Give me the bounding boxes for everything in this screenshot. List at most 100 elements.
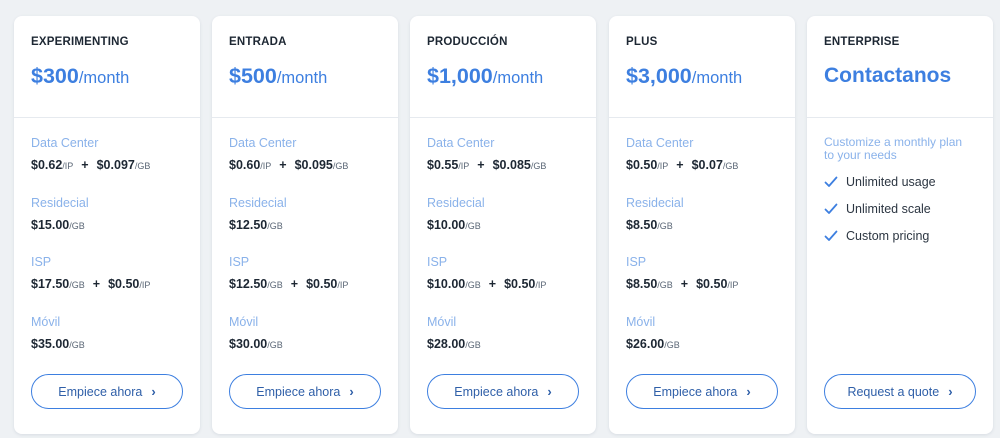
rate-group-data-center: Data Center $0.60/IP + $0.095/GB bbox=[229, 136, 386, 196]
rate-line: $17.50/GB + $0.50/IP bbox=[31, 277, 188, 291]
rate-value: $35.00 bbox=[31, 336, 70, 351]
rate-value: $15.00 bbox=[31, 217, 70, 232]
rate-group-data-center: Data Center $0.55/IP + $0.085/GB bbox=[427, 136, 584, 196]
rate-unit: /GB bbox=[267, 220, 283, 231]
rate-group-label: Data Center bbox=[427, 136, 495, 150]
rate-group-mobile: Móvil $30.00/GB bbox=[229, 315, 386, 375]
feature-label: Custom pricing bbox=[846, 229, 930, 243]
rate-unit: /GB bbox=[69, 220, 85, 231]
get-started-label: Empiece ahora bbox=[653, 384, 738, 399]
rate-unit: /GB bbox=[657, 280, 673, 290]
plan-tier: ENTERPRISE bbox=[824, 36, 900, 48]
request-quote-button[interactable]: Request a quote › bbox=[824, 374, 976, 409]
rate-line: $26.00/GB bbox=[626, 337, 783, 351]
rate-group-label: ISP bbox=[229, 255, 250, 269]
plan-card-experimenting: EXPERIMENTING $300/month Data Center $0.… bbox=[14, 16, 200, 434]
rate-unit: /GB bbox=[134, 161, 151, 171]
plan-price: $3,000/month bbox=[626, 64, 779, 89]
plan-tier: PLUS bbox=[626, 36, 658, 48]
plan-rates: Data Center $0.62/IP + $0.097/GB Residecia… bbox=[14, 118, 200, 358]
get-started-button[interactable]: Empiece ahora › bbox=[626, 374, 778, 409]
get-started-button[interactable]: Empiece ahora › bbox=[427, 374, 579, 409]
rate-value: $0.097 bbox=[96, 158, 135, 172]
pricing-plans: EXPERIMENTING $300/month Data Center $0.… bbox=[14, 16, 994, 434]
chevron-right-icon: › bbox=[349, 384, 354, 399]
rate-group-isp: ISP $12.50/GB + $0.50/IP bbox=[229, 255, 386, 315]
rate-line: $0.62/IP + $0.097/GB bbox=[31, 158, 188, 172]
rate-unit: /IP bbox=[260, 161, 272, 171]
rate-group-mobile: Móvil $35.00/GB bbox=[31, 315, 188, 375]
rate-line: $8.50/GB bbox=[626, 218, 783, 232]
rate-group-data-center: Data Center $0.50/IP + $0.07/GB bbox=[626, 136, 783, 196]
rate-line: $30.00/GB bbox=[229, 337, 386, 351]
rate-group-label: ISP bbox=[427, 255, 448, 269]
rate-value: $0.50 bbox=[626, 158, 658, 172]
plan-header: ENTRADA $500/month bbox=[212, 16, 398, 118]
check-icon bbox=[824, 176, 838, 187]
rate-line: $0.55/IP + $0.085/GB bbox=[427, 158, 584, 172]
plan-tier: EXPERIMENTING bbox=[31, 36, 129, 48]
plan-card-entrada: ENTRADA $500/month Data Center $0.60/IP +… bbox=[212, 16, 398, 434]
rate-unit: /GB bbox=[69, 280, 85, 290]
plan-header: ENTERPRISE Contactanos bbox=[807, 16, 993, 118]
rate-value: $12.50 bbox=[229, 277, 268, 291]
enterprise-description: Customize a monthly plan to your needs bbox=[824, 135, 963, 162]
rate-group-residential: Residecial $8.50/GB bbox=[626, 196, 783, 256]
rate-group-data-center: Data Center $0.62/IP + $0.097/GB bbox=[31, 136, 188, 196]
rate-unit: /GB bbox=[465, 339, 481, 350]
rate-group-label: Móvil bbox=[626, 314, 656, 329]
feature-label: Unlimited usage bbox=[846, 175, 936, 189]
rate-unit: /GB bbox=[530, 161, 547, 171]
price-amount: $500 bbox=[229, 64, 277, 88]
rate-unit: /GB bbox=[332, 161, 349, 171]
rate-group-residential: Residecial $12.50/GB bbox=[229, 196, 386, 256]
contact-us-heading: Contactanos bbox=[824, 64, 952, 87]
price-period: /month bbox=[691, 69, 743, 87]
get-started-button[interactable]: Empiece ahora › bbox=[229, 374, 381, 409]
chevron-right-icon: › bbox=[547, 384, 552, 399]
get-started-label: Empiece ahora bbox=[256, 384, 341, 399]
rate-group-label: Residecial bbox=[31, 195, 89, 210]
rate-value: $0.095 bbox=[294, 158, 333, 172]
rate-group-label: Data Center bbox=[626, 136, 694, 150]
rate-group-label: Residecial bbox=[626, 195, 684, 210]
rate-value: $10.00 bbox=[427, 217, 466, 232]
get-started-button[interactable]: Empiece ahora › bbox=[31, 374, 183, 409]
rate-group-label: Móvil bbox=[229, 314, 259, 329]
rate-value: $0.50 bbox=[696, 277, 728, 291]
rate-unit: /GB bbox=[267, 280, 283, 290]
price-period: /month bbox=[78, 69, 130, 87]
rate-group-isp: ISP $17.50/GB + $0.50/IP bbox=[31, 255, 188, 315]
rate-group-residential: Residecial $15.00/GB bbox=[31, 196, 188, 256]
chevron-right-icon: › bbox=[746, 384, 751, 399]
rate-group-mobile: Móvil $26.00/GB bbox=[626, 315, 783, 375]
rate-group-mobile: Móvil $28.00/GB bbox=[427, 315, 584, 375]
request-quote-label: Request a quote bbox=[847, 384, 940, 399]
rate-group-isp: ISP $8.50/GB + $0.50/IP bbox=[626, 255, 783, 315]
rate-line: $8.50/GB + $0.50/IP bbox=[626, 277, 783, 291]
rate-line: $35.00/GB bbox=[31, 337, 188, 351]
plan-header: PRODUCCIÓN $1,000/month bbox=[410, 16, 596, 118]
rate-value: $0.07 bbox=[691, 158, 723, 172]
rate-group-label: Data Center bbox=[229, 136, 297, 150]
rate-value: $0.50 bbox=[108, 277, 140, 291]
chevron-right-icon: › bbox=[151, 384, 156, 399]
rate-unit: /GB bbox=[465, 220, 481, 231]
plan-card-produccion: PRODUCCIÓN $1,000/month Data Center $0.5… bbox=[410, 16, 596, 434]
rate-value: $0.55 bbox=[427, 158, 459, 172]
rate-value: $28.00 bbox=[427, 336, 466, 351]
rate-unit: /IP bbox=[139, 280, 151, 290]
rate-group-label: Residecial bbox=[229, 195, 287, 210]
rate-unit: /GB bbox=[664, 339, 680, 350]
rate-group-isp: ISP $10.00/GB + $0.50/IP bbox=[427, 255, 584, 315]
plan-price: $1,000/month bbox=[427, 64, 580, 89]
rate-group-label: Data Center bbox=[31, 136, 99, 150]
rate-unit: /IP bbox=[535, 280, 547, 290]
rate-value: $8.50 bbox=[626, 277, 658, 291]
enterprise-details: Customize a monthly plan to your needs U… bbox=[807, 118, 993, 358]
plan-price: $500/month bbox=[229, 64, 382, 89]
rate-unit: /IP bbox=[458, 161, 470, 171]
rate-unit: /IP bbox=[337, 280, 349, 290]
plus-sign: + bbox=[680, 277, 689, 291]
rate-value: $0.50 bbox=[504, 277, 536, 291]
